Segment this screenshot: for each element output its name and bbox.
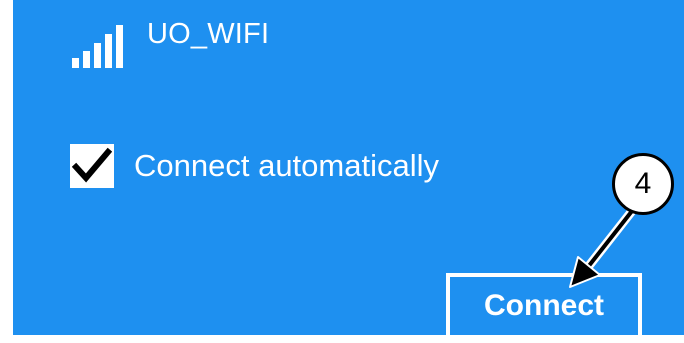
checkmark-icon (72, 147, 112, 183)
screenshot: UO_WIFI Connect automatically Connect 4 (0, 0, 684, 343)
connect-automatically-option[interactable]: Connect automatically (70, 143, 439, 189)
step-number-callout: 4 (612, 153, 674, 215)
connect-automatically-checkbox[interactable] (70, 144, 114, 188)
arrow-pointer-icon (569, 206, 637, 288)
network-name: UO_WIFI (147, 18, 270, 50)
connect-automatically-label: Connect automatically (134, 148, 439, 183)
wifi-signal-bars-icon (72, 25, 123, 68)
